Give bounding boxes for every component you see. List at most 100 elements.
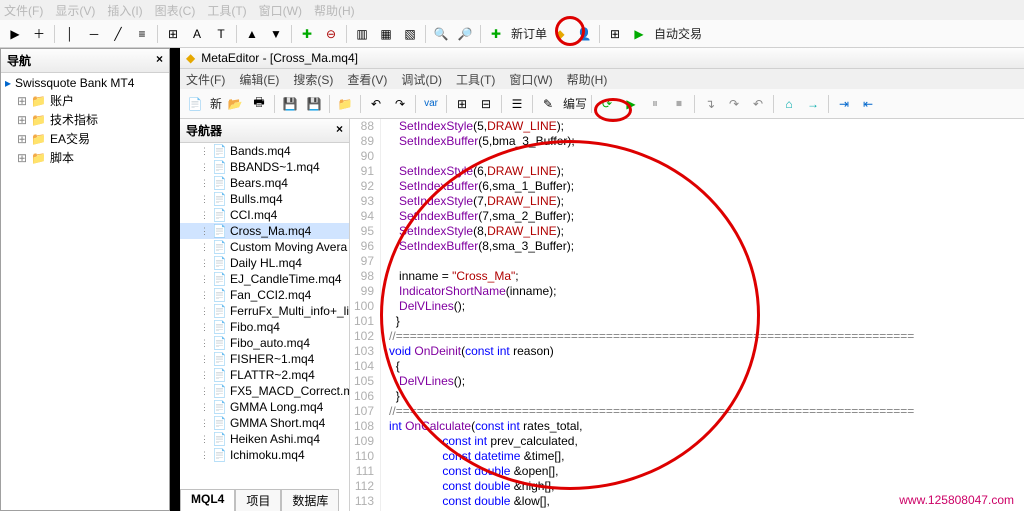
- indent-icon[interactable]: ⇥: [833, 93, 855, 115]
- file-item[interactable]: ⋮ 📄 Ichimoku.mq4: [180, 447, 349, 463]
- redo-icon[interactable]: ↷: [389, 93, 411, 115]
- tab[interactable]: 项目: [235, 489, 281, 511]
- play-icon[interactable]: ▶: [620, 93, 642, 115]
- bookmark-icon[interactable]: ⌂: [778, 93, 800, 115]
- menu-item[interactable]: 编辑(E): [239, 71, 279, 87]
- file-item[interactable]: ⋮ 📄 GMMA Long.mq4: [180, 399, 349, 415]
- menu-item[interactable]: 文件(F): [186, 71, 225, 87]
- menu-item[interactable]: 图表(C): [155, 2, 196, 18]
- toolbox-icon[interactable]: ⊟: [475, 93, 497, 115]
- file-item[interactable]: ⋮ 📄 FerruFx_Multi_info+_lig: [180, 303, 349, 319]
- var-icon[interactable]: var: [420, 93, 442, 115]
- new-order-icon[interactable]: ✚: [485, 23, 507, 45]
- menu-item[interactable]: 查看(V): [347, 71, 387, 87]
- tree-item[interactable]: ⊞ 📁 脚本: [3, 148, 167, 167]
- menu-item[interactable]: 窗口(W): [509, 71, 552, 87]
- menu-item[interactable]: 调试(D): [401, 71, 442, 87]
- step-over-icon[interactable]: ↷: [723, 93, 745, 115]
- arrow-down-icon[interactable]: ▼: [265, 23, 287, 45]
- candles-icon[interactable]: ▦: [375, 23, 397, 45]
- outdent-icon[interactable]: ⇤: [857, 93, 879, 115]
- stop-icon[interactable]: ⏹: [668, 93, 690, 115]
- vline-icon[interactable]: │: [59, 23, 81, 45]
- file-item[interactable]: ⋮ 📄 Bears.mq4: [180, 175, 349, 191]
- file-item[interactable]: ⋮ 📄 GMMA Short.mq4: [180, 415, 349, 431]
- file-item[interactable]: ⋮ 📄 BBANDS~1.mq4: [180, 159, 349, 175]
- menu-item[interactable]: 工具(T): [456, 71, 495, 87]
- file-item[interactable]: ⋮ 📄 Custom Moving Avera: [180, 239, 349, 255]
- menu-item[interactable]: 帮助(H): [314, 2, 355, 18]
- open-icon[interactable]: 📂: [224, 93, 246, 115]
- pause-icon[interactable]: ⏸: [644, 93, 666, 115]
- new-file-icon[interactable]: 📄: [184, 93, 206, 115]
- nav-close-icon[interactable]: ×: [156, 52, 163, 69]
- hline-icon[interactable]: ─: [83, 23, 105, 45]
- tree-root[interactable]: ▸ Swissquote Bank MT4: [3, 75, 167, 91]
- saveall-icon[interactable]: 💾: [303, 93, 325, 115]
- tree-item[interactable]: ⊞ 📁 EA交易: [3, 129, 167, 148]
- add-icon[interactable]: ✚: [296, 23, 318, 45]
- metaeditor-icon[interactable]: ◆: [549, 23, 571, 45]
- compile-button[interactable]: 编写: [563, 95, 587, 112]
- file-item[interactable]: ⋮ 📄 EJ_CandleTime.mq4: [180, 271, 349, 287]
- file-item[interactable]: ⋮ 📄 Cross_Ma.mq4: [180, 223, 349, 239]
- file-item[interactable]: ⋮ 📄 Bulls.mq4: [180, 191, 349, 207]
- tree-item[interactable]: ⊞ 📁 技术指标: [3, 110, 167, 129]
- line-icon[interactable]: ▧: [399, 23, 421, 45]
- fibo-icon[interactable]: ⊞: [162, 23, 184, 45]
- menu-item[interactable]: 搜索(S): [293, 71, 333, 87]
- step-out-icon[interactable]: ↶: [747, 93, 769, 115]
- menu-item[interactable]: 帮助(H): [567, 71, 608, 87]
- menu-item[interactable]: 插入(I): [107, 2, 142, 18]
- tab[interactable]: 数据库: [281, 489, 339, 511]
- remove-icon[interactable]: ⊖: [320, 23, 342, 45]
- folder-icon[interactable]: 📁: [334, 93, 356, 115]
- run-icon[interactable]: ⟳: [596, 93, 618, 115]
- file-item[interactable]: ⋮ 📄 FX5_MACD_Correct.mq: [180, 383, 349, 399]
- file-item[interactable]: ⋮ 📄 Heiken Ashi.mq4: [180, 431, 349, 447]
- file-item[interactable]: ⋮ 📄 Fibo_auto.mq4: [180, 335, 349, 351]
- cursor-icon[interactable]: ▶: [4, 23, 26, 45]
- trendline-icon[interactable]: ╱: [107, 23, 129, 45]
- options-icon[interactable]: ⊞: [604, 23, 626, 45]
- nav-toggle-icon[interactable]: ⊞: [451, 93, 473, 115]
- navigator-title: 导航器: [186, 122, 222, 139]
- zoom-in-icon[interactable]: 🔍: [430, 23, 452, 45]
- new-order-button[interactable]: 新订单: [511, 25, 547, 42]
- autotrade-button[interactable]: 自动交易: [654, 25, 702, 42]
- file-item[interactable]: ⋮ 📄 Daily HL.mq4: [180, 255, 349, 271]
- navigator-close-icon[interactable]: ×: [336, 122, 343, 139]
- tree-item[interactable]: ⊞ 📁 账户: [3, 91, 167, 110]
- file-item[interactable]: ⋮ 📄 Bands.mq4: [180, 143, 349, 159]
- file-item[interactable]: ⋮ 📄 FLATTR~2.mq4: [180, 367, 349, 383]
- save-icon[interactable]: 💾: [279, 93, 301, 115]
- file-item[interactable]: ⋮ 📄 FISHER~1.mq4: [180, 351, 349, 367]
- menu-item[interactable]: 工具(T): [207, 2, 246, 18]
- file-item[interactable]: ⋮ 📄 Fan_CCI2.mq4: [180, 287, 349, 303]
- bookmark-next-icon[interactable]: →: [802, 93, 824, 115]
- undo-icon[interactable]: ↶: [365, 93, 387, 115]
- code-editor[interactable]: 8889909192939495969798991001011021031041…: [350, 119, 1024, 511]
- compile-icon[interactable]: ✎: [537, 93, 559, 115]
- new-button[interactable]: 新: [210, 95, 222, 112]
- mt4-toolbar: ▶ ＋ │ ─ ╱ ≡ ⊞ A T ▲ ▼ ✚ ⊖ ▥ ▦ ▧ 🔍 🔎 ✚ 新订…: [0, 20, 1024, 48]
- crosshair-icon[interactable]: ＋: [28, 23, 50, 45]
- menu-item[interactable]: 文件(F): [4, 2, 43, 18]
- file-item[interactable]: ⋮ 📄 Fibo.mq4: [180, 319, 349, 335]
- menu-item[interactable]: 窗口(W): [259, 2, 302, 18]
- zoom-out-icon[interactable]: 🔎: [454, 23, 476, 45]
- menu-item[interactable]: 显示(V): [55, 2, 95, 18]
- code-text[interactable]: SetIndexStyle(5,DRAW_LINE); SetIndexBuff…: [381, 119, 1024, 511]
- file-item[interactable]: ⋮ 📄 CCI.mq4: [180, 207, 349, 223]
- print-icon[interactable]: 🖶: [248, 93, 270, 115]
- text-icon[interactable]: A: [186, 23, 208, 45]
- tab[interactable]: MQL4: [180, 489, 235, 511]
- autotrade-icon[interactable]: ▶: [628, 23, 650, 45]
- expert-icon[interactable]: 👤: [573, 23, 595, 45]
- find-icon[interactable]: ☰: [506, 93, 528, 115]
- channel-icon[interactable]: ≡: [131, 23, 153, 45]
- step-in-icon[interactable]: ↴: [699, 93, 721, 115]
- arrow-up-icon[interactable]: ▲: [241, 23, 263, 45]
- bars-icon[interactable]: ▥: [351, 23, 373, 45]
- label-icon[interactable]: T: [210, 23, 232, 45]
